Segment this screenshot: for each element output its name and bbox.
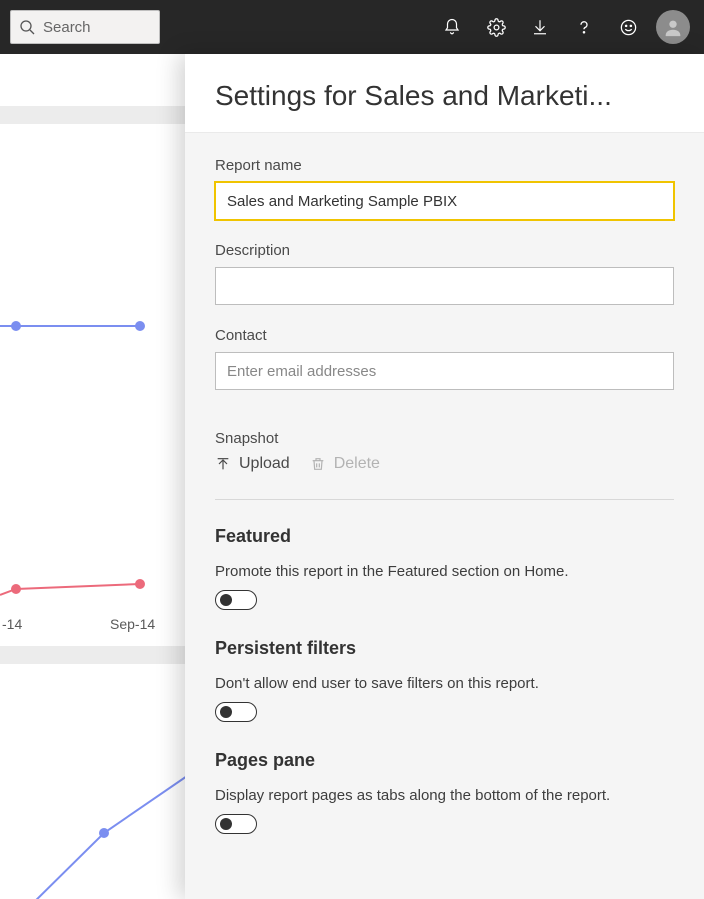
help-button[interactable] (562, 0, 606, 54)
persistent-title: Persistent filters (215, 638, 674, 659)
panel-title: Settings for Sales and Marketi... (215, 80, 674, 112)
description-label: Description (215, 242, 674, 259)
panel-body[interactable]: Report name Description Contact Snapshot… (185, 133, 704, 899)
download-icon (531, 18, 549, 36)
snapshot-label: Snapshot (215, 430, 674, 447)
search-input[interactable] (43, 19, 151, 36)
delete-button: Delete (310, 455, 380, 473)
snapshot-actions: Upload Delete (215, 455, 674, 473)
bell-icon (443, 18, 461, 36)
bg-chart-1 (0, 254, 200, 454)
persistent-desc: Don't allow end user to save filters on … (215, 673, 674, 694)
settings-button[interactable] (474, 0, 518, 54)
pages-toggle[interactable] (215, 814, 257, 834)
feedback-button[interactable] (606, 0, 650, 54)
report-name-label: Report name (215, 157, 674, 174)
notifications-button[interactable] (430, 0, 474, 54)
pages-title: Pages pane (215, 750, 674, 771)
panel-header: Settings for Sales and Marketi... (185, 54, 704, 133)
featured-desc: Promote this report in the Featured sect… (215, 561, 674, 582)
report-name-input[interactable] (215, 182, 674, 220)
upload-label: Upload (239, 455, 290, 473)
delete-label: Delete (334, 455, 380, 473)
featured-toggle[interactable] (215, 590, 257, 610)
trash-icon (310, 456, 326, 472)
gear-icon (487, 18, 506, 37)
axis-label: -14 (2, 616, 22, 632)
person-icon (662, 16, 684, 38)
smile-icon (619, 18, 638, 37)
search-box[interactable] (10, 10, 160, 44)
bg-chart-3 (0, 704, 200, 899)
question-icon (575, 18, 593, 36)
settings-panel: Settings for Sales and Marketi... Report… (185, 54, 704, 899)
persistent-toggle[interactable] (215, 702, 257, 722)
search-icon (19, 19, 35, 35)
pages-desc: Display report pages as tabs along the b… (215, 785, 674, 806)
upload-button[interactable]: Upload (215, 455, 290, 473)
axis-label: Sep-14 (110, 616, 155, 632)
featured-title: Featured (215, 526, 674, 547)
top-bar (0, 0, 704, 54)
download-button[interactable] (518, 0, 562, 54)
contact-label: Contact (215, 327, 674, 344)
upload-icon (215, 456, 231, 472)
contact-input[interactable] (215, 352, 674, 390)
description-input[interactable] (215, 267, 674, 305)
bg-chart-2 (0, 524, 200, 724)
user-avatar[interactable] (656, 10, 690, 44)
divider (215, 499, 674, 500)
topbar-actions (430, 0, 694, 54)
